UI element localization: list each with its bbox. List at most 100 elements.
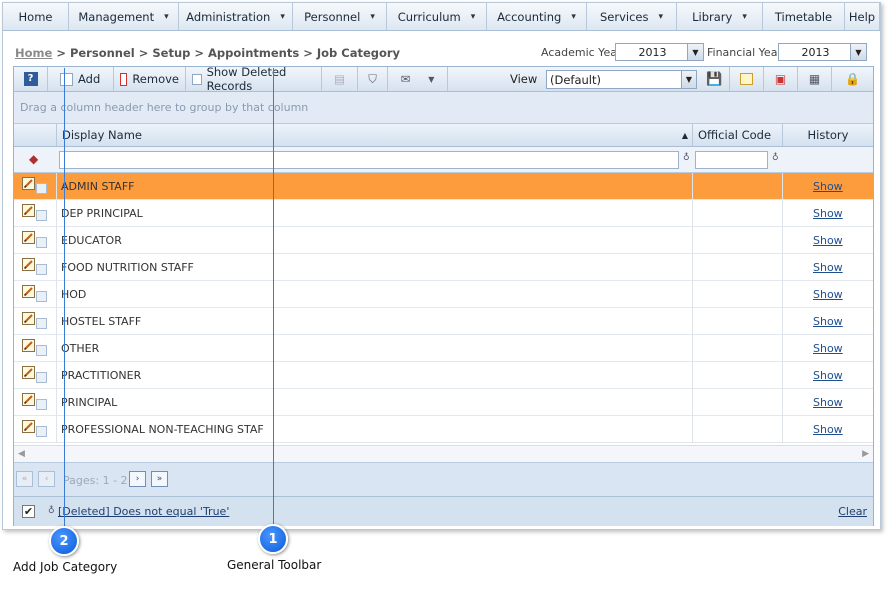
- clear-filter-icon[interactable]: ◆: [29, 152, 38, 166]
- horizontal-scrollbar[interactable]: ◀ ▶: [14, 445, 873, 462]
- row-select-checkbox[interactable]: [36, 183, 47, 194]
- mail-icon: ✉: [400, 72, 411, 86]
- menu-management[interactable]: Management ▾: [69, 3, 179, 30]
- lock-icon: 🔒: [845, 72, 860, 86]
- official-code-filter-input[interactable]: [695, 151, 768, 169]
- row-select-checkbox[interactable]: [36, 237, 47, 248]
- menu-personnel[interactable]: Personnel ▾: [293, 3, 387, 30]
- filter-enabled-checkbox[interactable]: ✔: [22, 505, 35, 518]
- history-show-link[interactable]: Show: [813, 423, 843, 436]
- table-row[interactable]: ADMIN STAFF Show: [14, 173, 873, 200]
- column-divider: [56, 173, 57, 200]
- history-show-link[interactable]: Show: [813, 261, 843, 274]
- table-row[interactable]: PROFESSIONAL NON-TEACHING STAF Show: [14, 416, 873, 443]
- filter-button[interactable]: ⛉: [358, 67, 388, 91]
- chevron-down-icon[interactable]: ▼: [681, 71, 696, 88]
- edit-pencil-icon[interactable]: [22, 393, 35, 406]
- column-divider: [56, 254, 57, 281]
- menu-help[interactable]: Help: [845, 3, 880, 30]
- scroll-right-icon[interactable]: ▶: [862, 449, 869, 459]
- lock-button[interactable]: 🔒: [832, 67, 873, 91]
- table-row[interactable]: FOOD NUTRITION STAFF Show: [14, 254, 873, 281]
- column-header-display-name[interactable]: Display Name ▲: [56, 124, 692, 146]
- display-name-cell: DEP PRINCIPAL: [61, 207, 143, 220]
- chevron-down-icon[interactable]: ▼: [850, 44, 866, 60]
- history-show-link[interactable]: Show: [813, 207, 843, 220]
- edit-pencil-icon[interactable]: [22, 339, 35, 352]
- help-button[interactable]: ?: [14, 67, 48, 91]
- history-show-link[interactable]: Show: [813, 288, 843, 301]
- save-view-button[interactable]: 💾: [700, 67, 730, 91]
- column-header-history[interactable]: History: [782, 124, 873, 146]
- edit-pencil-icon[interactable]: [22, 366, 35, 379]
- edit-pencil-icon[interactable]: [22, 177, 35, 190]
- row-select-checkbox[interactable]: [36, 345, 47, 356]
- previous-page-button[interactable]: ‹: [38, 471, 55, 487]
- new-view-button[interactable]: [730, 67, 764, 91]
- column-header-official-code[interactable]: Official Code: [692, 124, 782, 146]
- export-button[interactable]: ▤: [322, 67, 358, 91]
- row-select-checkbox[interactable]: [36, 210, 47, 221]
- next-page-button[interactable]: ›: [129, 471, 146, 487]
- menu-accounting[interactable]: Accounting ▾: [487, 3, 587, 30]
- row-select-checkbox[interactable]: [36, 291, 47, 302]
- pager: « ‹ Pages: 1 - 2 › »: [14, 462, 873, 496]
- table-row[interactable]: PRACTITIONER Show: [14, 362, 873, 389]
- filter-icon: ⛉: [368, 71, 377, 86]
- column-divider: [692, 389, 693, 416]
- row-select-checkbox[interactable]: [36, 399, 47, 410]
- menu-library[interactable]: Library ▾: [677, 3, 763, 30]
- history-show-link[interactable]: Show: [813, 315, 843, 328]
- financial-year-value: 2013: [801, 45, 830, 59]
- add-job-category-callout-line: [64, 68, 65, 528]
- menu-curriculum[interactable]: Curriculum ▾: [387, 3, 487, 30]
- clear-filter-link[interactable]: Clear: [838, 505, 867, 518]
- table-row[interactable]: HOD Show: [14, 281, 873, 308]
- history-show-link[interactable]: Show: [813, 180, 843, 193]
- history-show-link[interactable]: Show: [813, 342, 843, 355]
- edit-pencil-icon[interactable]: [22, 258, 35, 271]
- menu-home[interactable]: Home: [3, 3, 69, 30]
- scroll-left-icon[interactable]: ◀: [18, 449, 25, 459]
- history-show-link[interactable]: Show: [813, 369, 843, 382]
- menu-services[interactable]: Services ▾: [587, 3, 677, 30]
- table-row[interactable]: DEP PRINCIPAL Show: [14, 200, 873, 227]
- row-select-checkbox[interactable]: [36, 264, 47, 275]
- row-select-checkbox[interactable]: [36, 426, 47, 437]
- row-select-checkbox[interactable]: [36, 318, 47, 329]
- group-by-area[interactable]: Drag a column header here to group by th…: [14, 92, 873, 124]
- menu-administration[interactable]: Administration ▾: [179, 3, 293, 30]
- filter-icon[interactable]: ♁: [772, 153, 779, 163]
- edit-pencil-icon[interactable]: [22, 204, 35, 217]
- remove-button[interactable]: Remove: [114, 67, 186, 91]
- academic-year-select[interactable]: 2013 ▼: [615, 43, 704, 61]
- menu-timetable[interactable]: Timetable: [763, 3, 845, 30]
- breadcrumb-home-link[interactable]: Home: [15, 46, 52, 60]
- columns-button[interactable]: ▦: [798, 67, 832, 91]
- last-page-button[interactable]: »: [151, 471, 168, 487]
- edit-pencil-icon[interactable]: [22, 420, 35, 433]
- table-row[interactable]: HOSTEL STAFF Show: [14, 308, 873, 335]
- edit-pencil-icon[interactable]: [22, 285, 35, 298]
- column-divider: [56, 308, 57, 335]
- column-divider: [692, 281, 693, 308]
- table-row[interactable]: OTHER Show: [14, 335, 873, 362]
- history-show-link[interactable]: Show: [813, 396, 843, 409]
- row-select-checkbox[interactable]: [36, 372, 47, 383]
- filter-icon[interactable]: ♁: [683, 153, 690, 163]
- mail-merge-button[interactable]: ✉ ▼: [388, 67, 448, 91]
- edit-pencil-icon[interactable]: [22, 231, 35, 244]
- history-show-link[interactable]: Show: [813, 234, 843, 247]
- first-page-button[interactable]: «: [16, 471, 33, 487]
- chevron-down-icon[interactable]: ▼: [687, 44, 703, 60]
- active-filter-link[interactable]: [Deleted] Does not equal 'True': [58, 505, 229, 518]
- edit-pencil-icon[interactable]: [22, 312, 35, 325]
- table-row[interactable]: EDUCATOR Show: [14, 227, 873, 254]
- add-button[interactable]: Add: [54, 67, 114, 91]
- financial-year-select[interactable]: 2013 ▼: [778, 43, 867, 61]
- display-name-filter-input[interactable]: [59, 151, 679, 169]
- table-row[interactable]: PRINCIPAL Show: [14, 389, 873, 416]
- show-deleted-toggle[interactable]: Show Deleted Records: [186, 65, 322, 93]
- delete-view-button[interactable]: ▣: [764, 67, 798, 91]
- view-select[interactable]: (Default) ▼: [546, 70, 697, 89]
